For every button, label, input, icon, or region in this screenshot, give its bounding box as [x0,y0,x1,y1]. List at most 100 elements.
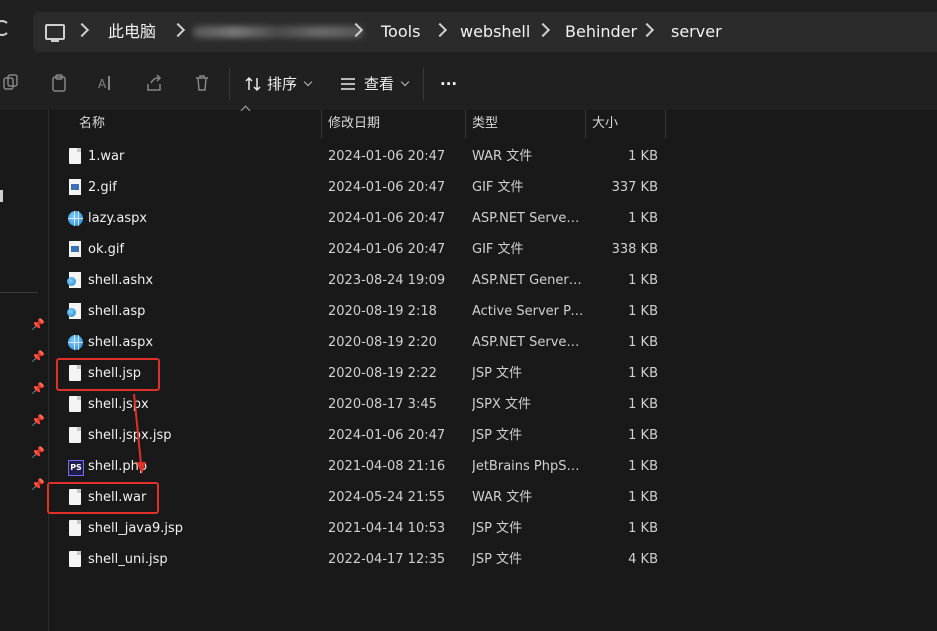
file-type: WAR 文件 [472,149,533,164]
file-row[interactable]: shell.asp 2020-08-19 2:18 Active Server Pa… [48,296,937,327]
share-icon[interactable] [145,74,163,92]
file-type: JSP 文件 [472,428,523,443]
file-row[interactable]: shell.war 2024-05-24 21:55 WAR 文件 1 KB [48,482,937,513]
file-date-modified: 2021-04-14 10:53 [328,521,446,536]
file-date-modified: 2024-05-24 21:55 [328,490,446,505]
file-type: JetBrains PhpSto... [472,459,584,474]
breadcrumb-item-tools[interactable]: Tools [381,12,420,52]
breadcrumb-item-webshell[interactable]: webshell [460,12,530,52]
file-row[interactable]: PS shell.php 2021-04-08 21:16 JetBrains Php… [48,451,937,482]
chevron-down-icon [400,77,410,87]
file-size: 4 KB [628,552,658,567]
file-type: ASP.NET Server ... [472,211,584,226]
gif-icon [69,241,81,257]
file-size: 1 KB [628,366,658,381]
toolbar-divider [229,68,230,100]
highlight-box-shell-war [47,482,159,514]
file-date-modified: 2024-01-06 20:47 [328,242,446,257]
pin-icon[interactable]: 📌 [31,447,45,459]
column-divider[interactable] [585,110,586,138]
file-type: ASP.NET Generic... [472,273,584,288]
file-type: GIF 文件 [472,180,524,195]
pin-icon[interactable]: 📌 [31,351,45,363]
file-size: 1 KB [628,397,658,412]
view-icon [341,78,355,90]
file-name: 1.war [88,149,125,164]
asp-icon [67,272,81,288]
column-type[interactable]: 类型 [472,110,498,138]
sidebar-indicator [0,190,3,202]
pin-icon[interactable]: 📌 [31,319,45,331]
view-button[interactable]: 查看 [340,62,410,106]
file-icon [69,427,81,443]
pin-icon[interactable]: 📌 [31,383,45,395]
file-date-modified: 2021-04-08 21:16 [328,459,446,474]
file-row[interactable]: shell.jsp 2020-08-19 2:22 JSP 文件 1 KB [48,358,937,389]
file-size: 1 KB [628,335,658,350]
file-icon [69,396,81,412]
phpstorm-icon: PS [68,460,84,476]
copy-icon[interactable] [2,74,20,92]
file-row[interactable]: ok.gif 2024-01-06 20:47 GIF 文件 338 KB [48,234,937,265]
rename-icon[interactable]: A [97,74,115,92]
file-size: 1 KB [628,273,658,288]
file-row[interactable]: shell_java9.jsp 2021-04-14 10:53 JSP 文件 1 K… [48,513,937,544]
breadcrumb-item-behinder[interactable]: Behinder [565,12,637,52]
breadcrumb[interactable]: 此电脑 Tools webshell Behinder server [33,12,937,52]
navigation-pane: 📌 📌 📌 📌 📌 📌 [0,110,49,631]
file-name: shell.ashx [88,273,154,288]
breadcrumb-item-this-pc[interactable]: 此电脑 [108,12,156,52]
asp-icon [67,303,81,319]
breadcrumb-item-server[interactable]: server [671,12,722,52]
column-date-modified[interactable]: 修改日期 [328,110,380,138]
file-date-modified: 2020-08-19 2:18 [328,304,437,319]
redacted-path-segment [193,26,363,38]
paste-icon[interactable] [50,74,68,92]
file-row[interactable]: lazy.aspx 2024-01-06 20:47 ASP.NET Server … [48,203,937,234]
file-name: shell.aspx [88,335,154,350]
sidebar-divider [0,292,38,293]
file-date-modified: 2020-08-19 2:20 [328,335,437,350]
delete-icon[interactable] [193,74,211,92]
file-date-modified: 2020-08-19 2:22 [328,366,437,381]
file-date-modified: 2020-08-17 3:45 [328,397,437,412]
column-divider[interactable] [665,110,666,138]
file-name: 2.gif [88,180,117,195]
file-type: JSP 文件 [472,552,523,567]
refresh-icon[interactable] [0,20,10,36]
file-name: shell.jspx [88,397,149,412]
file-row[interactable]: shell_uni.jsp 2022-04-17 12:35 JSP 文件 4 KB [48,544,937,575]
file-row[interactable]: shell.ashx 2023-08-24 19:09 ASP.NET Generi… [48,265,937,296]
file-date-modified: 2024-01-06 20:47 [328,428,446,443]
column-divider[interactable] [321,110,322,138]
file-row[interactable]: shell.jspx 2020-08-17 3:45 JSPX 文件 1 KB [48,389,937,420]
file-type: Active Server Pa... [472,304,584,319]
column-divider[interactable] [465,110,466,138]
sort-button[interactable]: 排序 [245,62,313,106]
file-row[interactable]: shell.jspx.jsp 2024-01-06 20:47 JSP 文件 1 KB [48,420,937,451]
sort-icon [245,76,261,92]
column-size[interactable]: 大小 [592,110,618,138]
chevron-right-icon[interactable] [74,22,90,38]
file-row[interactable]: 2.gif 2024-01-06 20:47 GIF 文件 337 KB [48,172,937,203]
chevron-right-icon[interactable] [535,22,551,38]
file-size: 1 KB [628,304,658,319]
chevron-right-icon[interactable] [639,22,655,38]
file-icon [69,551,81,567]
chevron-right-icon[interactable] [432,22,448,38]
pin-icon[interactable]: 📌 [31,479,45,491]
file-row[interactable]: 1.war 2024-01-06 20:47 WAR 文件 1 KB [48,141,937,172]
file-size: 1 KB [628,459,658,474]
file-type: JSP 文件 [472,366,523,381]
more-options-button[interactable]: ··· [440,62,457,106]
file-type: JSP 文件 [472,521,523,536]
column-name[interactable]: 名称 [79,110,105,138]
chevron-right-icon[interactable] [170,22,186,38]
file-date-modified: 2022-04-17 12:35 [328,552,446,567]
file-date-modified: 2024-01-06 20:47 [328,180,446,195]
pin-icon[interactable]: 📌 [31,415,45,427]
file-size: 338 KB [611,242,658,257]
file-icon [69,520,81,536]
file-row[interactable]: shell.aspx 2020-08-19 2:20 ASP.NET Server … [48,327,937,358]
address-bar: 此电脑 Tools webshell Behinder server [0,0,937,62]
